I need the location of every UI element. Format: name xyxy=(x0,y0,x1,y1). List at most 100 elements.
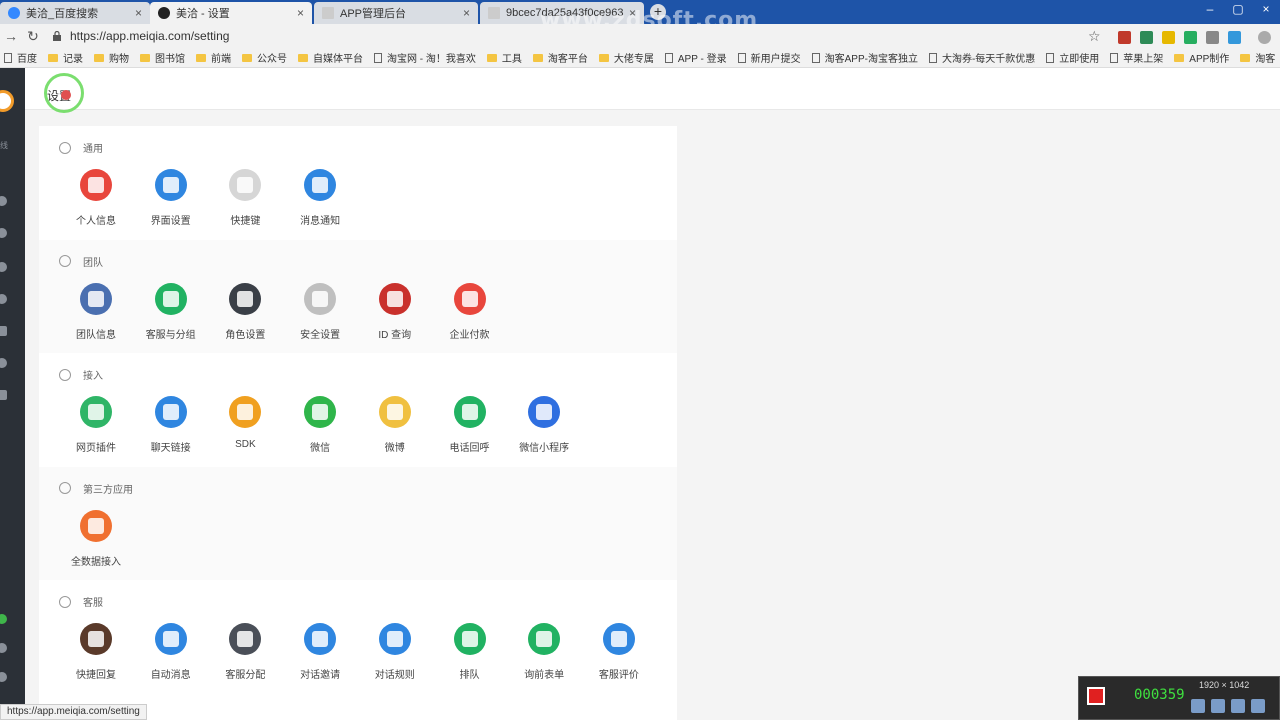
url-field[interactable]: https://app.meiqia.com/setting xyxy=(52,26,1052,46)
keyboard-icon xyxy=(229,169,262,201)
settings-item[interactable]: 对话规则 xyxy=(358,623,432,681)
user-icon[interactable] xyxy=(0,262,7,272)
bookmark-item[interactable]: 立即使用 xyxy=(1046,50,1099,65)
settings-item[interactable]: 客服分配 xyxy=(208,623,282,681)
bookmark-item[interactable]: 公众号 xyxy=(242,50,287,65)
stats-icon[interactable] xyxy=(0,358,7,368)
forward-icon[interactable]: → xyxy=(0,28,22,44)
settings-item[interactable]: 客服与分组 xyxy=(134,282,208,341)
settings-item[interactable]: 询前表单 xyxy=(507,623,581,681)
settings-item[interactable]: 安全设置 xyxy=(283,282,357,341)
bookmark-label: 前端 xyxy=(211,54,231,65)
settings-item[interactable]: 微信 xyxy=(283,396,357,454)
reload-icon[interactable]: ↻ xyxy=(22,28,44,45)
team-icon[interactable] xyxy=(0,390,7,400)
bookmark-item[interactable]: 购物 xyxy=(94,50,129,65)
rules-icon xyxy=(378,623,411,655)
settings-item[interactable]: 快捷回复 xyxy=(59,623,133,681)
icon-glyph xyxy=(88,517,104,534)
chat-icon[interactable] xyxy=(0,228,7,238)
extension-icon[interactable] xyxy=(1162,31,1175,44)
record-stop-button[interactable] xyxy=(1087,687,1105,705)
microphone-icon[interactable] xyxy=(1211,699,1225,713)
settings-item[interactable]: 快捷键 xyxy=(208,169,282,227)
extension-icon[interactable] xyxy=(1140,31,1153,44)
tab-title: APP管理后台 xyxy=(340,8,407,20)
folder-icon xyxy=(1174,53,1185,62)
bookmark-item[interactable]: 淘宝网 - 淘！我喜欢 xyxy=(374,50,476,65)
page-icon xyxy=(488,7,500,19)
settings-item-label: 微信 xyxy=(310,443,331,454)
settings-item[interactable]: 个人信息 xyxy=(59,169,133,227)
settings-item[interactable]: 角色设置 xyxy=(208,282,282,341)
bookmark-item[interactable]: 大淘券-每天千款优惠 xyxy=(928,50,1036,65)
maximize-icon[interactable]: ▢ xyxy=(1224,2,1252,16)
settings-item[interactable]: 团队信息 xyxy=(59,282,133,341)
settings-item[interactable]: 微信小程序 xyxy=(507,396,581,454)
settings-item[interactable]: 电话回呼 xyxy=(433,396,507,454)
extension-icon[interactable] xyxy=(1206,31,1219,44)
bookmark-item[interactable]: 大佬专属 xyxy=(598,50,654,65)
settings-item[interactable]: 消息通知 xyxy=(283,169,357,227)
settings-item[interactable]: ID 查询 xyxy=(358,282,432,341)
tab-app-admin[interactable]: APP管理后台 × xyxy=(314,2,478,24)
bookmark-item[interactable]: 前端 xyxy=(196,50,231,65)
settings-item[interactable]: 聊天链接 xyxy=(134,396,208,454)
bookmark-label: 立即使用 xyxy=(1059,54,1100,65)
close-icon[interactable]: × xyxy=(297,6,304,20)
address-bar: → ↻ https://app.meiqia.com/setting ☆ xyxy=(0,24,1280,48)
ticket-icon[interactable] xyxy=(0,326,7,336)
extension-icon[interactable] xyxy=(1118,31,1131,44)
tab-baidu-search[interactable]: 美洽_百度搜索 × xyxy=(0,2,150,24)
bookmark-label: 大淘券-每天千款优惠 xyxy=(941,54,1036,65)
bookmark-item[interactable]: 淘客平台 xyxy=(532,50,588,65)
bookmark-item[interactable]: APP - 登录 xyxy=(664,50,727,65)
bookmark-item[interactable]: 图书馆 xyxy=(140,50,185,65)
settings-item[interactable]: 对话邀请 xyxy=(283,623,357,681)
settings-item-label: 客服与分组 xyxy=(145,329,196,341)
minimize-icon[interactable]: – xyxy=(1196,2,1224,16)
bookmark-label: 淘客APP-淘宝客独立 xyxy=(824,54,918,65)
page-icon xyxy=(928,52,937,63)
bookmark-item[interactable]: 淘客 xyxy=(1240,50,1275,65)
close-icon[interactable]: × xyxy=(463,6,470,20)
bookmark-item[interactable]: 工具 xyxy=(486,50,522,65)
extension-icon[interactable] xyxy=(1228,31,1241,44)
webcam-icon[interactable] xyxy=(1231,699,1245,713)
gear-icon[interactable] xyxy=(0,643,7,653)
bookmark-label: 图书馆 xyxy=(155,54,185,65)
icon-glyph xyxy=(386,404,403,420)
help-icon[interactable] xyxy=(0,672,7,682)
bookmark-star-icon[interactable]: ☆ xyxy=(1088,28,1101,45)
bookmark-label: 新用户提交 xyxy=(750,54,801,65)
bookmark-item[interactable]: 记录 xyxy=(48,50,83,65)
meiqia-logo-icon[interactable] xyxy=(0,90,14,112)
settings-item[interactable]: 界面设置 xyxy=(134,169,208,227)
menu-icon[interactable] xyxy=(1258,31,1271,44)
bookmark-item[interactable]: 新用户提交 xyxy=(737,50,801,65)
settings-item[interactable]: 网页插件 xyxy=(59,396,133,454)
bookmark-item[interactable]: 百度 xyxy=(4,50,37,65)
settings-item[interactable]: 排队 xyxy=(433,623,507,681)
home-icon[interactable] xyxy=(0,196,7,206)
settings-item[interactable]: 客服评价 xyxy=(582,623,656,681)
settings-item[interactable]: SDK xyxy=(208,396,282,450)
extension-icon[interactable] xyxy=(1184,31,1197,44)
close-window-icon[interactable]: × xyxy=(1252,2,1280,16)
bookmark-item[interactable]: 苹果上架 xyxy=(1110,50,1163,65)
speaker-icon[interactable] xyxy=(1191,699,1205,713)
settings-item[interactable]: 自动消息 xyxy=(134,623,208,681)
settings-item[interactable]: 微博 xyxy=(358,396,432,454)
close-icon[interactable]: × xyxy=(135,6,142,20)
puzzle-icon xyxy=(59,482,71,494)
bookmark-item[interactable]: APP制作 xyxy=(1174,50,1229,65)
cursor-icon[interactable] xyxy=(1251,699,1265,713)
tab-meiqia-settings[interactable]: 美洽 - 设置 × xyxy=(150,2,312,24)
bookmark-item[interactable]: 淘客APP-淘宝客独立 xyxy=(811,50,918,65)
bookmark-item[interactable]: 自媒体平台 xyxy=(298,50,363,65)
icon-glyph xyxy=(386,631,403,647)
settings-item[interactable]: 全数据接入 xyxy=(59,509,133,568)
history-icon[interactable] xyxy=(0,294,7,304)
settings-item[interactable]: 企业付款 xyxy=(433,282,507,341)
folder-icon xyxy=(140,53,150,62)
